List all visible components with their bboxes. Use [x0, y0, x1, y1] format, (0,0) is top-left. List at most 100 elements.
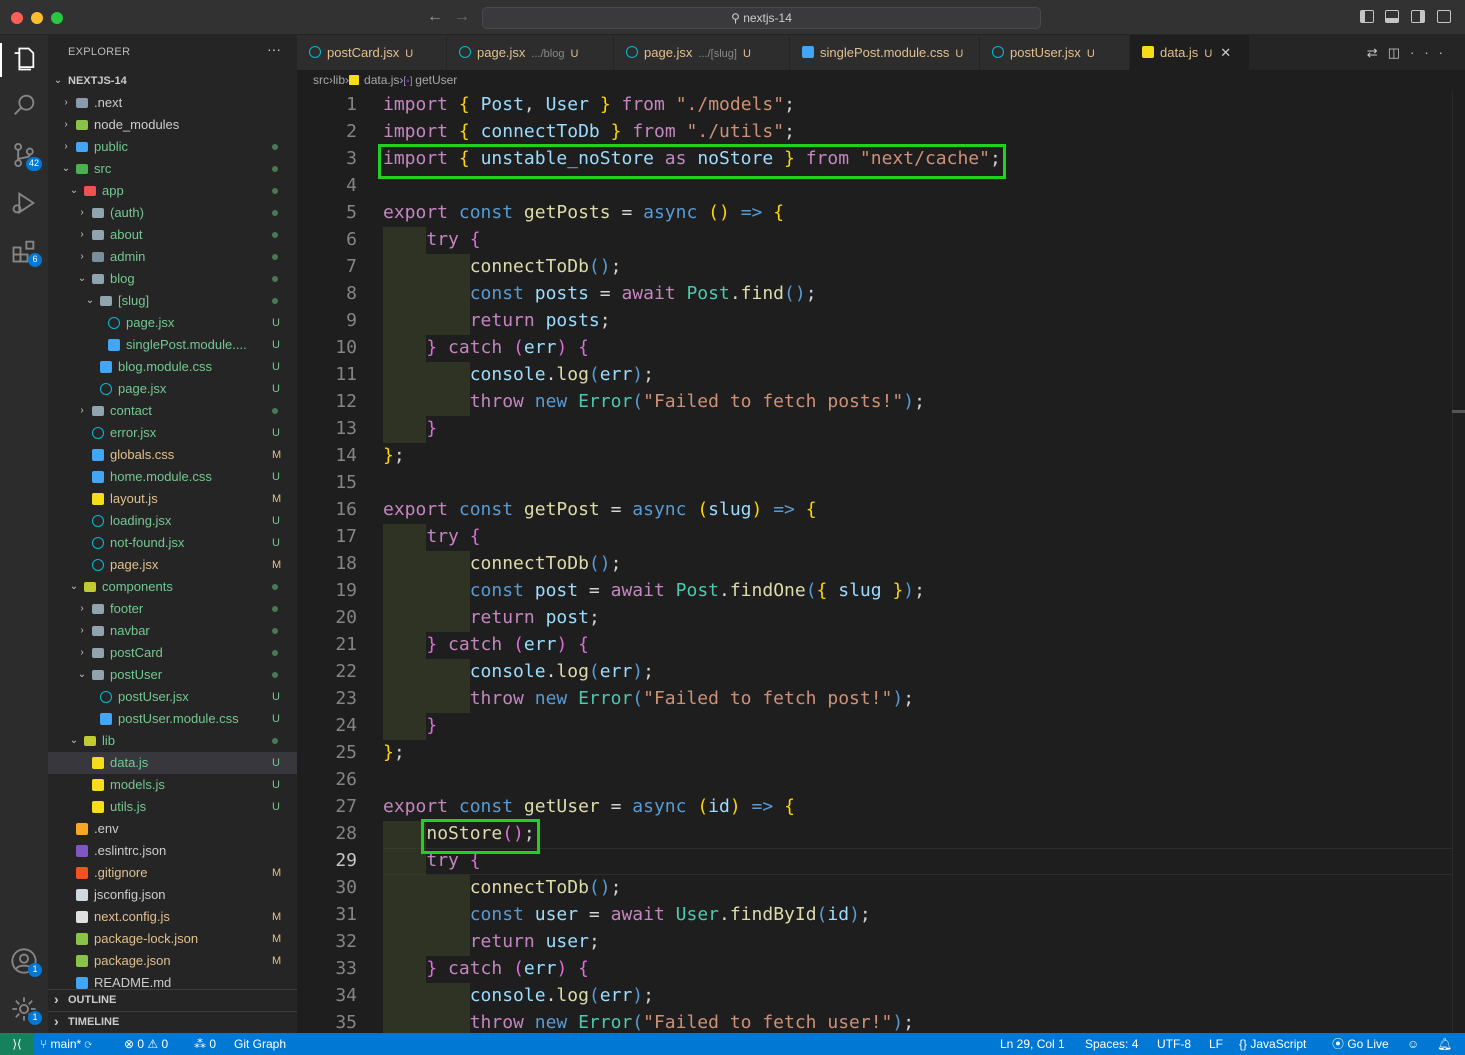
editor-tab[interactable]: data.js U ✕: [1130, 35, 1250, 70]
code-line[interactable]: export const getUser = async (id) => {: [383, 796, 795, 817]
folder-item[interactable]: ⌄ [slug]: [48, 290, 297, 312]
editor-tab[interactable]: postCard.jsx U: [297, 35, 447, 70]
cursor-position[interactable]: Ln 29, Col 1: [1000, 1033, 1065, 1055]
problems-status[interactable]: ⊗ 0 ⚠ 0: [124, 1033, 168, 1055]
code-line[interactable]: }: [383, 418, 437, 439]
command-center-search[interactable]: ⚲ nextjs-14: [482, 7, 1041, 29]
more-actions-icon[interactable]: ···: [1410, 45, 1453, 60]
toggle-secondary-sidebar-icon[interactable]: [1411, 10, 1425, 23]
feedback-icon[interactable]: ☺: [1407, 1033, 1419, 1055]
run-debug-icon[interactable]: [10, 189, 38, 217]
code-line[interactable]: const post = await Post.findOne({ slug }…: [383, 580, 925, 601]
code-line[interactable]: console.log(err);: [383, 985, 654, 1006]
notifications-bell-icon[interactable]: 🔔︎: [1437, 1033, 1452, 1055]
file-item[interactable]: not-found.jsx U: [48, 532, 297, 554]
branch-status[interactable]: ⑂ main* ⟳: [40, 1033, 92, 1055]
file-item[interactable]: .gitignore M: [48, 862, 297, 884]
folder-item[interactable]: › .next: [48, 92, 297, 114]
file-item[interactable]: blog.module.css U: [48, 356, 297, 378]
file-item[interactable]: layout.js M: [48, 488, 297, 510]
file-item[interactable]: next.config.js M: [48, 906, 297, 928]
editor-scrollbar[interactable]: [1452, 92, 1465, 1033]
code-line[interactable]: } catch (err) {: [383, 634, 589, 655]
code-editor[interactable]: 1 import { Post, User } from "./models"; 2…: [297, 92, 1452, 1033]
git-graph-button[interactable]: Git Graph: [234, 1033, 286, 1055]
folder-item[interactable]: ⌄ app: [48, 180, 297, 202]
maximize-window-button[interactable]: [51, 12, 63, 24]
file-item[interactable]: postUser.jsx U: [48, 686, 297, 708]
code-line[interactable]: throw new Error("Failed to fetch posts!"…: [383, 391, 925, 412]
split-editor-icon[interactable]: ◫: [1388, 45, 1410, 60]
file-item[interactable]: home.module.css U: [48, 466, 297, 488]
code-line[interactable]: connectToDb();: [383, 877, 622, 898]
file-item[interactable]: jsconfig.json: [48, 884, 297, 906]
back-arrow-icon[interactable]: ←: [427, 8, 443, 26]
folder-item[interactable]: › postCard: [48, 642, 297, 664]
file-item[interactable]: singlePost.module.... U: [48, 334, 297, 356]
file-item[interactable]: .env: [48, 818, 297, 840]
code-line[interactable]: console.log(err);: [383, 364, 654, 385]
folder-item[interactable]: ⌄ components: [48, 576, 297, 598]
folder-item[interactable]: › contact: [48, 400, 297, 422]
breadcrumb-item[interactable]: data.js: [364, 73, 399, 87]
close-window-button[interactable]: [11, 12, 23, 24]
code-line[interactable]: connectToDb();: [383, 256, 622, 277]
file-item[interactable]: page.jsx U: [48, 312, 297, 334]
ports-status[interactable]: ⁂ 0: [194, 1033, 216, 1055]
code-line[interactable]: return posts;: [383, 310, 611, 331]
folder-item[interactable]: › navbar: [48, 620, 297, 642]
explorer-root[interactable]: ⌄ NEXTJS-14: [48, 70, 297, 92]
code-line[interactable]: throw new Error("Failed to fetch user!")…: [383, 1012, 914, 1033]
folder-item[interactable]: › about: [48, 224, 297, 246]
close-tab-icon[interactable]: ✕: [1220, 45, 1231, 60]
file-item[interactable]: page.jsx M: [48, 554, 297, 576]
code-line[interactable]: } catch (err) {: [383, 337, 589, 358]
end-of-line[interactable]: LF: [1209, 1033, 1223, 1055]
code-line[interactable]: throw new Error("Failed to fetch post!")…: [383, 688, 914, 709]
file-item[interactable]: package.json M: [48, 950, 297, 972]
remote-icon[interactable]: ⟩⟨: [0, 1033, 34, 1055]
file-item[interactable]: globals.css M: [48, 444, 297, 466]
code-line[interactable]: const posts = await Post.find();: [383, 283, 817, 304]
encoding[interactable]: UTF-8: [1157, 1033, 1191, 1055]
editor-tab[interactable]: postUser.jsx U: [980, 35, 1130, 70]
code-line[interactable]: };: [383, 742, 405, 763]
file-item[interactable]: postUser.module.css U: [48, 708, 297, 730]
code-line[interactable]: import { Post, User } from "./models";: [383, 94, 795, 115]
code-line[interactable]: export const getPost = async (slug) => {: [383, 499, 817, 520]
folder-item[interactable]: › admin: [48, 246, 297, 268]
manage-gear-icon[interactable]: 1: [10, 995, 42, 1025]
explorer-icon[interactable]: [10, 45, 38, 73]
folder-item[interactable]: ⌄ blog: [48, 268, 297, 290]
file-item[interactable]: utils.js U: [48, 796, 297, 818]
indentation[interactable]: Spaces: 4: [1085, 1033, 1138, 1055]
editor-tab[interactable]: singlePost.module.css U: [790, 35, 980, 70]
folder-item[interactable]: ⌄ src: [48, 158, 297, 180]
code-line[interactable]: import { connectToDb } from "./utils";: [383, 121, 795, 142]
customize-layout-icon[interactable]: [1437, 10, 1451, 23]
file-item[interactable]: package-lock.json M: [48, 928, 297, 950]
file-item[interactable]: error.jsx U: [48, 422, 297, 444]
explorer-more-icon[interactable]: ···: [267, 41, 281, 57]
language-mode[interactable]: {} JavaScript: [1239, 1033, 1306, 1055]
source-control-icon[interactable]: 42: [10, 141, 42, 171]
file-item[interactable]: page.jsx U: [48, 378, 297, 400]
toggle-primary-sidebar-icon[interactable]: [1360, 10, 1374, 23]
forward-arrow-icon[interactable]: →: [454, 8, 470, 26]
go-live-button[interactable]: ⦿ Go Live: [1332, 1033, 1389, 1055]
folder-item[interactable]: › public: [48, 136, 297, 158]
code-line[interactable]: return user;: [383, 931, 600, 952]
editor-tab[interactable]: page.jsx .../[slug] U: [614, 35, 790, 70]
minimize-window-button[interactable]: [31, 12, 43, 24]
outline-section[interactable]: OUTLINE: [48, 989, 297, 1011]
code-line[interactable]: try {: [383, 229, 480, 250]
file-item[interactable]: data.js U: [48, 752, 297, 774]
breadcrumb-item[interactable]: src: [313, 73, 329, 87]
accounts-icon[interactable]: 1: [10, 947, 42, 977]
scrollbar-thumb[interactable]: [1452, 410, 1465, 413]
breadcrumb-item[interactable]: lib: [333, 73, 345, 87]
code-line[interactable]: const user = await User.findById(id);: [383, 904, 871, 925]
code-line[interactable]: try {: [383, 526, 480, 547]
folder-item[interactable]: ⌄ lib: [48, 730, 297, 752]
folder-item[interactable]: › footer: [48, 598, 297, 620]
